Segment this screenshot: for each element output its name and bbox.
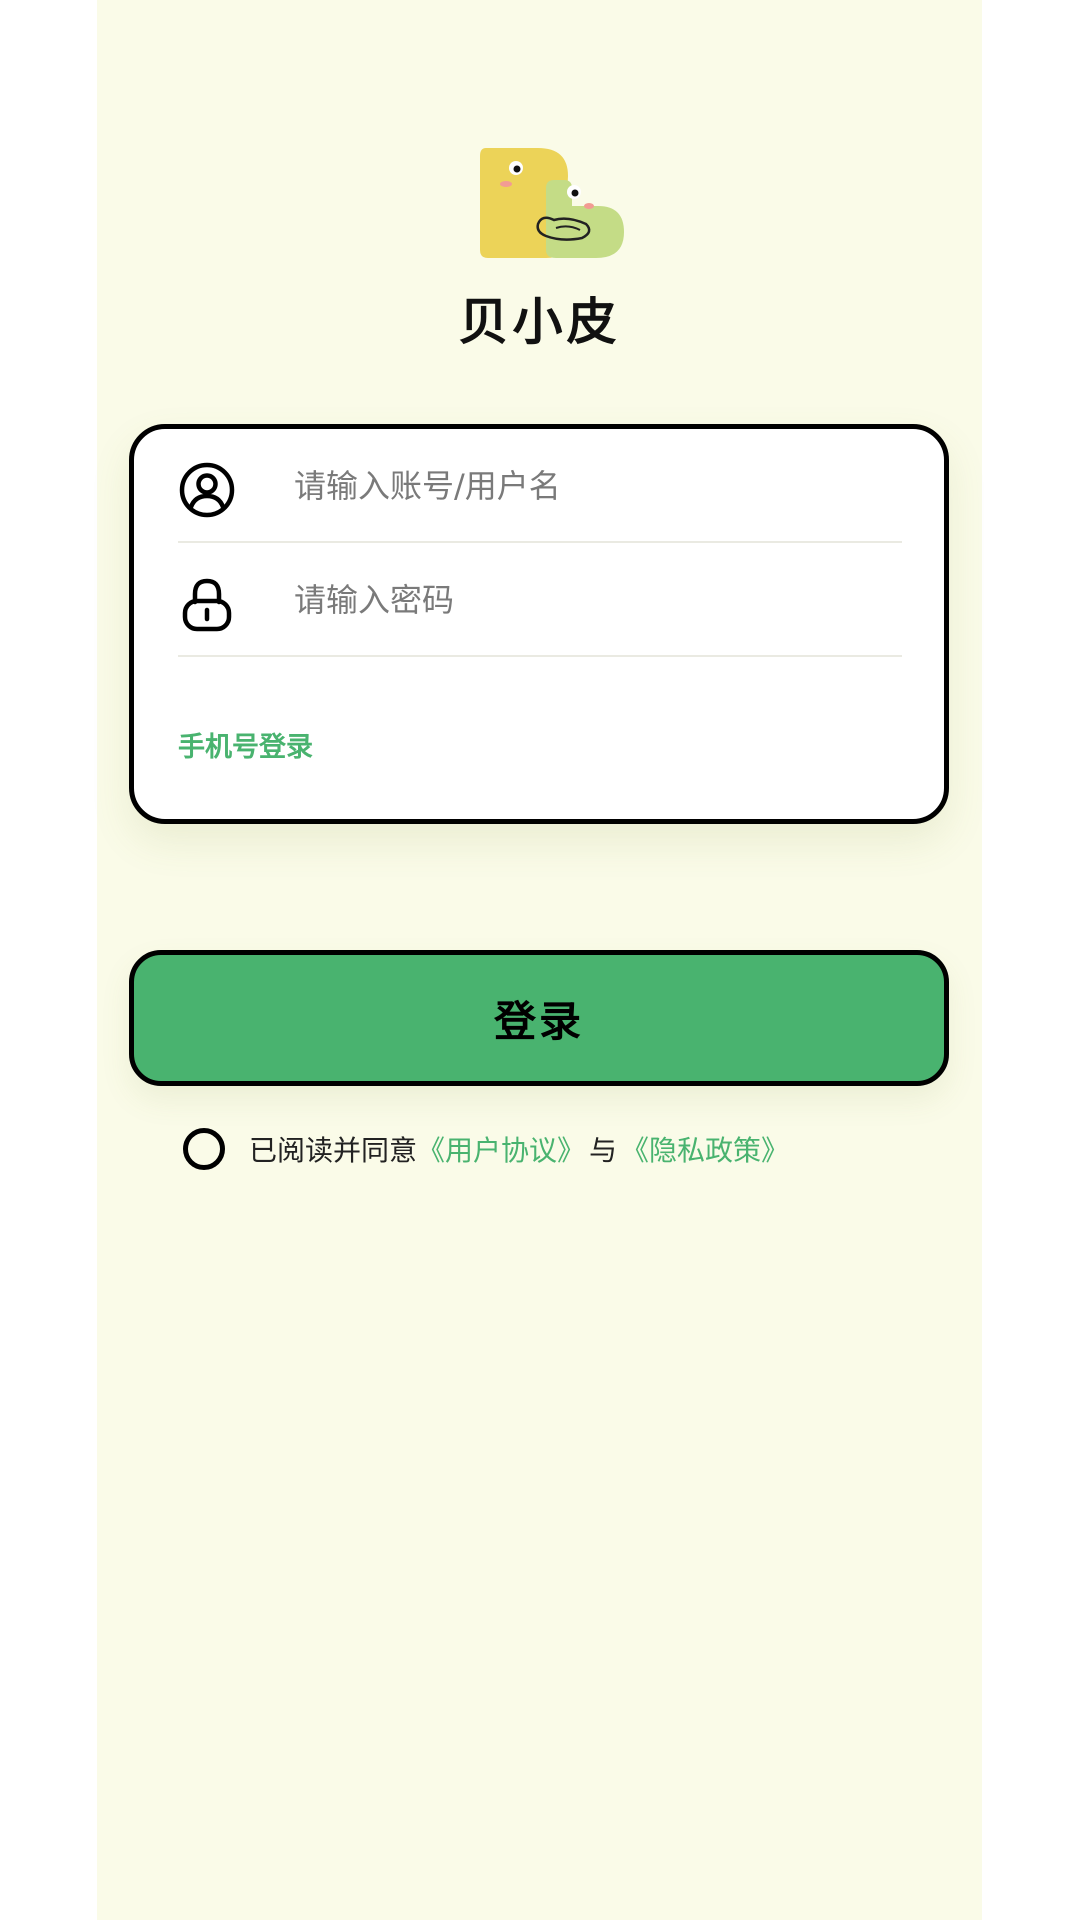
login-button[interactable]: 登录 <box>129 950 949 1086</box>
lock-icon <box>182 578 232 632</box>
agreement-prefix: 已阅读并同意 <box>249 1134 418 1167</box>
app-logo <box>480 148 624 258</box>
username-field <box>178 429 902 543</box>
password-field <box>178 543 902 657</box>
login-form-card: 手机号登录 <box>129 424 949 824</box>
privacy-policy-link[interactable]: 《隐私政策》 <box>621 1129 789 1169</box>
user-agreement-link[interactable]: 《用户协议》 <box>417 1129 585 1169</box>
user-circle-icon <box>179 462 235 518</box>
agreement-row: 已阅读并同意 《用户协议》 与 《隐私政策》 <box>183 1126 789 1172</box>
username-input[interactable] <box>294 455 894 517</box>
password-input[interactable] <box>294 569 894 631</box>
agreement-checkbox[interactable] <box>183 1128 225 1170</box>
login-page: 贝小皮 手机号登录 登录 已阅读并同意 《用户协议》 与 《隐私政策》 <box>97 0 982 1920</box>
app-name: 贝小皮 <box>458 293 621 351</box>
agreement-and: 与 <box>589 1134 618 1167</box>
phone-login-link[interactable]: 手机号登录 <box>178 725 313 764</box>
